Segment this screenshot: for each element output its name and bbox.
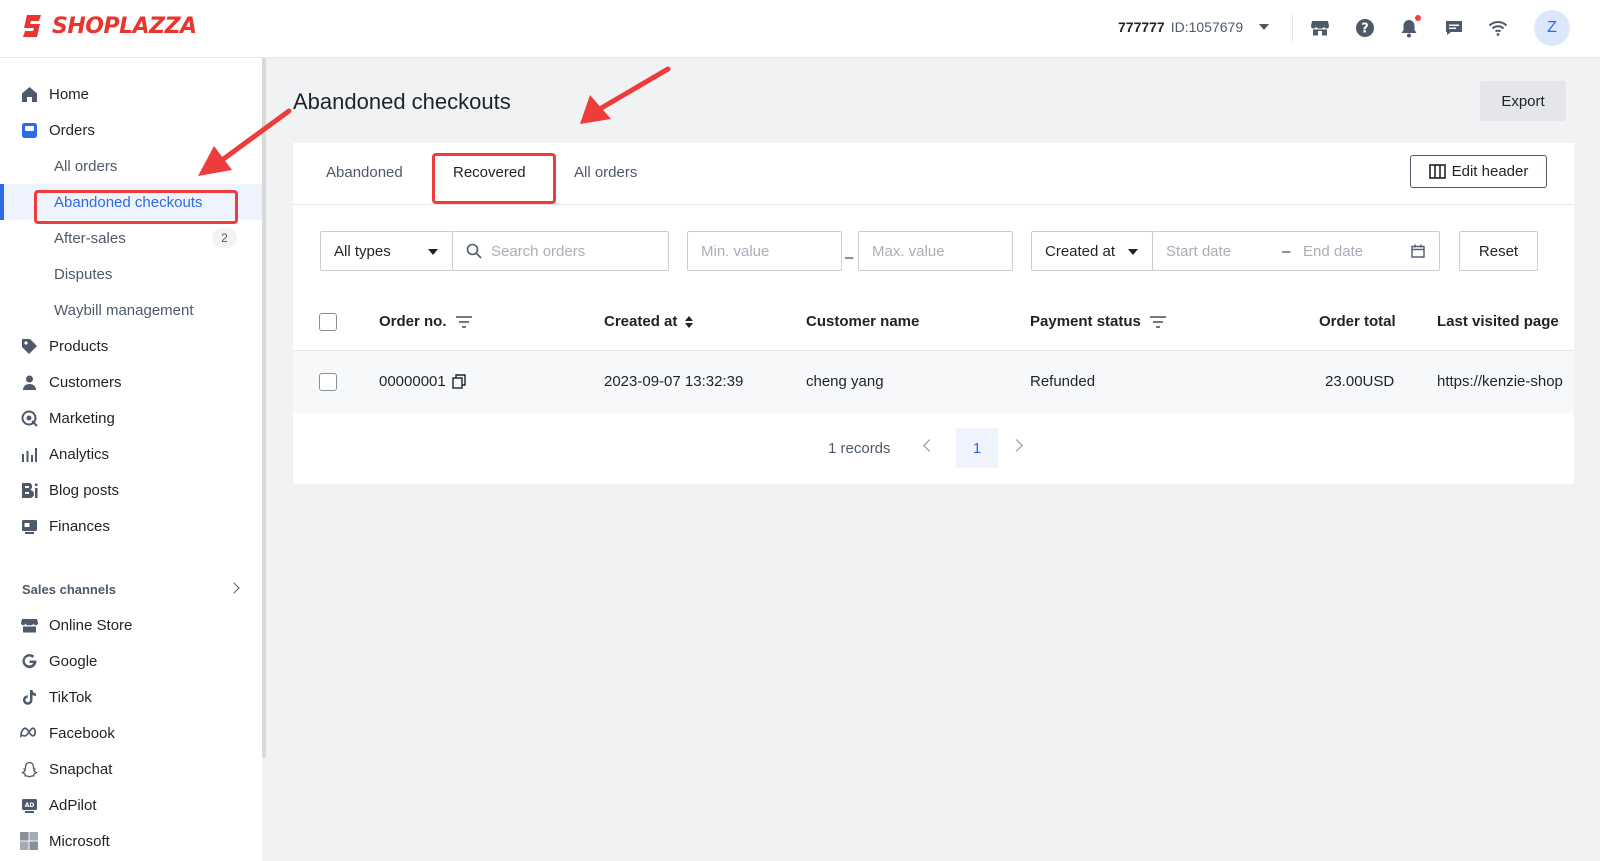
annotation-arrow-icon	[580, 66, 671, 124]
annotation-arrow-icon	[198, 108, 292, 176]
annotation-arrows	[198, 66, 671, 176]
